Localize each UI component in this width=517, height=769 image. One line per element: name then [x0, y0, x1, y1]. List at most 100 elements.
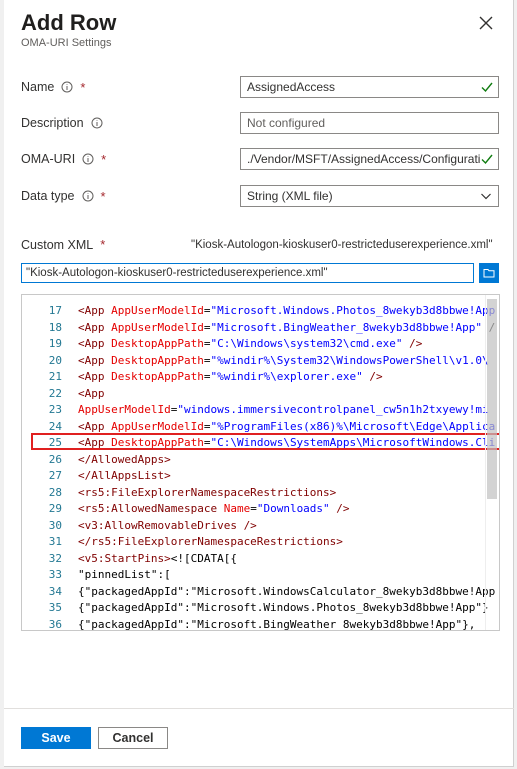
custom-xml-label: Custom XML	[21, 238, 93, 252]
xml-file-input[interactable]: "Kiosk-Autologon-kioskuser0-restrictedus…	[21, 263, 474, 283]
line-number: 20	[48, 353, 62, 367]
info-icon[interactable]	[82, 190, 94, 202]
code-line: 24 <App AppUserModelId="%ProgramFiles(x86…	[22, 419, 499, 436]
line-number: 27	[48, 469, 62, 482]
scrollbar-thumb[interactable]	[487, 299, 497, 499]
code-text: <App DesktopAppPath="%windir%\System32\W…	[78, 353, 489, 367]
name-row: Name *	[21, 76, 85, 98]
code-text: <App AppUserModelId="%ProgramFiles(x86)%…	[78, 419, 496, 433]
data-type-label: Data type	[21, 189, 75, 203]
name-value: AssignedAccess	[247, 80, 336, 94]
code-line: 29 <rs5:AllowedNamespace Name="Downloads"…	[22, 501, 499, 518]
code-text: <App DesktopAppPath="C:\Windows\system32…	[78, 337, 423, 350]
code-text: <App	[78, 386, 105, 400]
code-line: 21 <App DesktopAppPath="%windir%\explorer…	[22, 369, 499, 386]
line-number: 26	[48, 452, 62, 466]
xml-editor[interactable]: 17 <App AppUserModelId="Microsoft.Windows…	[21, 294, 500, 631]
code-line: 19 <App DesktopAppPath="C:\Windows\system…	[22, 336, 499, 353]
save-button[interactable]: Save	[21, 727, 91, 749]
code-line: 31 </rs5:FileExplorerNamespaceRestriction…	[22, 534, 499, 551]
code-line: 36 {"packagedAppId":"Microsoft.BingWeathe…	[22, 617, 499, 631]
line-number: 23	[48, 403, 62, 416]
cancel-button[interactable]: Cancel	[98, 727, 168, 749]
required-marker: *	[80, 79, 86, 95]
oma-uri-row: OMA-URI *	[21, 148, 106, 170]
code-line: 27 </AllAppsList>	[22, 468, 499, 485]
code-line: 18 <App AppUserModelId="Microsoft.BingWea…	[22, 320, 499, 337]
line-number: 24	[48, 419, 62, 433]
description-label: Description	[21, 116, 84, 130]
code-line: 32 <v5:StartPins><![CDATA[{	[22, 551, 499, 568]
code-text: </AllowedApps>	[78, 452, 171, 466]
editor-lines: 17 <App AppUserModelId="Microsoft.Windows…	[22, 303, 499, 631]
code-text: <App DesktopAppPath="%windir%\explorer.e…	[78, 370, 383, 383]
name-field[interactable]: AssignedAccess	[240, 76, 499, 98]
line-number: 22	[48, 386, 62, 400]
code-line: 26 </AllowedApps>	[22, 452, 499, 469]
footer-divider	[4, 708, 514, 709]
line-number: 21	[48, 370, 62, 383]
checkmark-icon	[481, 154, 493, 165]
line-number: 35	[48, 601, 62, 614]
code-line: 25 <App DesktopAppPath="C:\Windows\System…	[22, 435, 499, 452]
line-number: 17	[48, 304, 62, 317]
code-line: 22 <App	[22, 386, 499, 403]
required-marker: *	[100, 188, 106, 204]
data-type-value: String (XML file)	[247, 189, 333, 203]
code-line: 35 {"packagedAppId":"Microsoft.Windows.Ph…	[22, 600, 499, 617]
data-type-dropdown[interactable]: String (XML file)	[240, 185, 499, 207]
code-text: {"packagedAppId":"Microsoft.BingWeather_…	[78, 617, 476, 631]
info-icon[interactable]	[82, 153, 94, 165]
oma-uri-value: ./Vendor/MSFT/AssignedAccess/Configurati…	[247, 152, 480, 166]
line-number: 25	[48, 436, 62, 449]
line-number: 19	[48, 337, 62, 350]
custom-xml-filename: "Kiosk-Autologon-kioskuser0-restrictedus…	[191, 239, 493, 251]
custom-xml-label-row: Custom XML *	[21, 237, 105, 252]
line-number: 18	[48, 320, 62, 334]
folder-icon	[483, 269, 495, 278]
code-text: AppUserModelId="windows.immersivecontrol…	[78, 403, 489, 416]
code-text: </rs5:FileExplorerNamespaceRestrictions>	[78, 535, 343, 548]
browse-button[interactable]	[479, 263, 499, 283]
line-number: 28	[48, 485, 62, 499]
code-text: <App DesktopAppPath="C:\Windows\SystemAp…	[78, 436, 496, 449]
panel-subtitle: OMA-URI Settings	[21, 37, 112, 49]
description-placeholder: Not configured	[247, 116, 326, 130]
line-number: 36	[48, 617, 62, 631]
code-text: <rs5:AllowedNamespace Name="Downloads" /…	[78, 502, 350, 515]
line-number: 34	[48, 584, 62, 598]
editor-scrollbar[interactable]	[485, 295, 499, 630]
description-field[interactable]: Not configured	[240, 112, 499, 134]
code-text: <App AppUserModelId="Microsoft.BingWeath…	[78, 320, 495, 334]
required-marker: *	[101, 151, 107, 167]
panel-title: Add Row	[21, 10, 117, 35]
code-line: 33 "pinnedList":[	[22, 567, 499, 584]
code-line: 30 <v3:AllowRemovableDrives />	[22, 518, 499, 535]
oma-uri-label: OMA-URI	[21, 152, 76, 166]
code-text: <v3:AllowRemovableDrives />	[78, 518, 257, 532]
info-icon[interactable]	[91, 117, 103, 129]
code-line: 34 {"packagedAppId":"Microsoft.WindowsCal…	[22, 584, 499, 601]
line-number: 32	[48, 551, 62, 565]
code-text: <v5:StartPins><![CDATA[{	[78, 551, 237, 565]
name-label: Name	[21, 80, 55, 94]
code-text: <App AppUserModelId="Microsoft.Windows.P…	[78, 304, 496, 317]
code-line: 23 AppUserModelId="windows.immersivecontr…	[22, 402, 499, 419]
code-line: 20 <App DesktopAppPath="%windir%\System32…	[22, 353, 499, 370]
oma-uri-field[interactable]: ./Vendor/MSFT/AssignedAccess/Configurati…	[240, 148, 499, 170]
code-line: 28 <rs5:FileExplorerNamespaceRestrictions…	[22, 485, 499, 502]
line-number: 33	[48, 568, 62, 581]
info-icon[interactable]	[61, 81, 73, 93]
close-icon[interactable]	[477, 14, 495, 32]
code-text: {"packagedAppId":"Microsoft.WindowsCalcu…	[78, 584, 496, 598]
line-number: 30	[48, 518, 62, 532]
line-number: 31	[48, 535, 62, 548]
line-number: 29	[48, 502, 62, 515]
add-row-panel: Add Row OMA-URI Settings Name * Assigned…	[4, 0, 514, 767]
data-type-row: Data type *	[21, 185, 106, 207]
code-text: {"packagedAppId":"Microsoft.Windows.Phot…	[78, 601, 489, 614]
code-text: "pinnedList":[	[78, 568, 171, 581]
required-marker: *	[100, 237, 106, 252]
chevron-down-icon	[481, 193, 491, 200]
description-row: Description	[21, 112, 103, 134]
